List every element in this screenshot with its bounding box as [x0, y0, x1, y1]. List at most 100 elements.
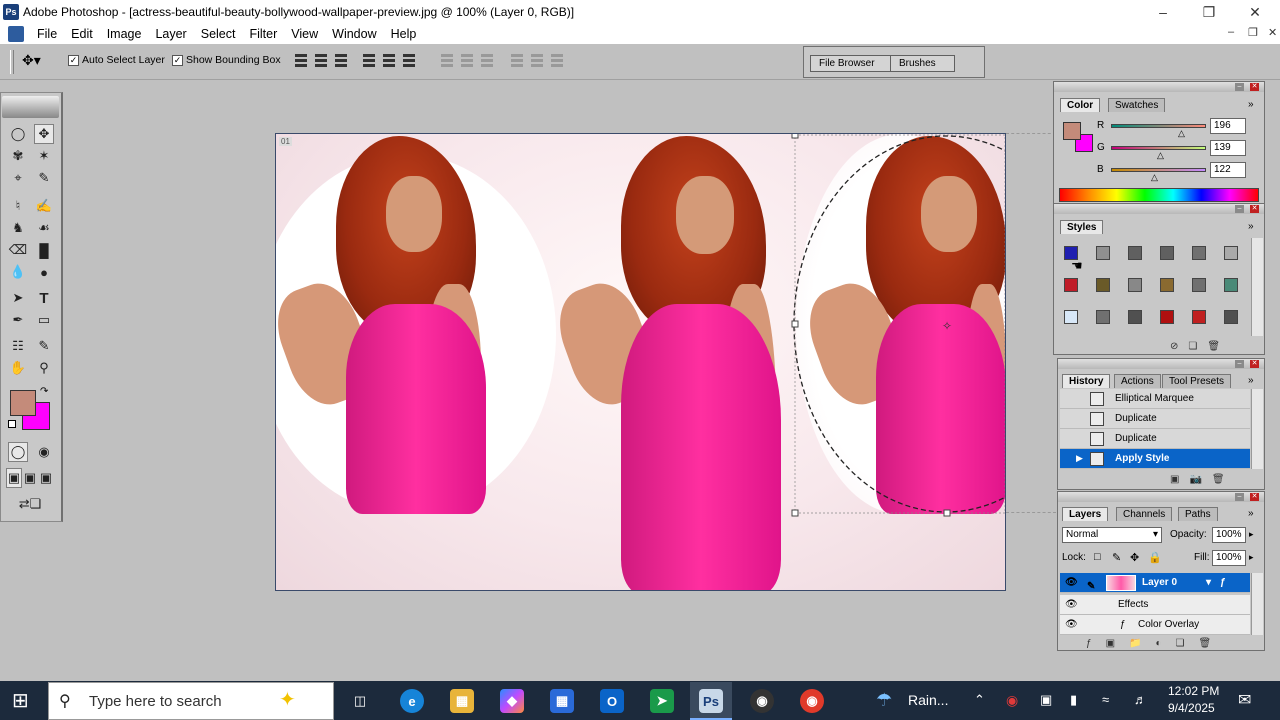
- align-right-icon[interactable]: [402, 52, 416, 68]
- delete-layer-icon[interactable]: 🗑: [1198, 638, 1211, 649]
- chrome-icon[interactable]: ◉: [800, 689, 824, 713]
- menu-window[interactable]: Window: [325, 24, 383, 44]
- pen-tool-icon[interactable]: ✒: [8, 310, 28, 330]
- eye-icon[interactable]: 👁: [1065, 600, 1078, 610]
- distribute-right-icon[interactable]: [550, 52, 564, 68]
- panel-menu-icon[interactable]: »: [1248, 99, 1254, 110]
- tab-tool-presets[interactable]: Tool Presets: [1162, 374, 1232, 388]
- lock-image-icon[interactable]: ✎: [1112, 551, 1121, 564]
- style-swatch[interactable]: [1096, 246, 1110, 260]
- style-swatch[interactable]: [1224, 246, 1238, 260]
- magic-wand-tool-icon[interactable]: ✶: [34, 146, 54, 166]
- doc-close-icon[interactable]: ✕: [1268, 26, 1277, 39]
- weather-rain-icon[interactable]: ☂: [876, 690, 892, 711]
- layer-effects-row[interactable]: 👁 Effects: [1060, 595, 1250, 615]
- panel-minimize-icon[interactable]: –: [1235, 493, 1244, 501]
- panel-close-icon[interactable]: ✕: [1250, 205, 1259, 213]
- r-slider[interactable]: [1111, 124, 1206, 128]
- hand-tool-icon[interactable]: ✋: [8, 358, 28, 378]
- tab-actions[interactable]: Actions: [1114, 374, 1161, 388]
- tab-color[interactable]: Color: [1060, 98, 1101, 112]
- panel-menu-icon[interactable]: »: [1248, 221, 1254, 232]
- default-colors-icon[interactable]: [8, 420, 16, 428]
- history-brush-icon[interactable]: ☙: [34, 218, 54, 238]
- add-layer-style-icon[interactable]: ƒ: [1086, 638, 1092, 649]
- align-bottom-icon[interactable]: [334, 52, 348, 68]
- gradient-tool-icon[interactable]: █: [34, 240, 54, 260]
- microsoft-store-icon[interactable]: ▦: [550, 689, 574, 713]
- battery-icon[interactable]: ▮: [1070, 692, 1077, 708]
- style-swatch[interactable]: [1192, 310, 1206, 324]
- opacity-arrow-icon[interactable]: ▸: [1249, 529, 1254, 540]
- new-snapshot-icon[interactable]: 📷: [1189, 474, 1201, 485]
- b-value-input[interactable]: 122: [1210, 162, 1246, 178]
- record-icon[interactable]: ◉: [1006, 692, 1018, 709]
- restore-window-button[interactable]: ❐: [1186, 0, 1232, 24]
- panel-close-icon[interactable]: ✕: [1250, 83, 1259, 91]
- style-swatch[interactable]: [1064, 278, 1078, 292]
- crop-tool-icon[interactable]: ⌖: [8, 168, 28, 188]
- options-bar-grip[interactable]: [10, 50, 14, 74]
- style-swatch[interactable]: [1064, 310, 1078, 324]
- align-top-icon[interactable]: [294, 52, 308, 68]
- quick-mask-icon[interactable]: ◉: [34, 442, 54, 462]
- style-swatch[interactable]: [1160, 310, 1174, 324]
- outlook-icon[interactable]: O: [600, 689, 624, 713]
- distribute-center-icon[interactable]: [460, 52, 474, 68]
- b-slider-thumb-icon[interactable]: △: [1151, 172, 1158, 183]
- panel-minimize-icon[interactable]: –: [1235, 360, 1244, 368]
- new-document-from-state-icon[interactable]: ▣: [1170, 474, 1179, 485]
- standard-screen-mode-icon[interactable]: ▣: [6, 468, 22, 488]
- panel-minimize-icon[interactable]: –: [1235, 83, 1244, 91]
- tab-channels[interactable]: Channels: [1116, 507, 1173, 521]
- r-slider-thumb-icon[interactable]: △: [1178, 128, 1185, 139]
- document-menu-icon[interactable]: [8, 26, 24, 42]
- align-vertical-center-icon[interactable]: [314, 52, 328, 68]
- menu-filter[interactable]: Filter: [242, 24, 284, 44]
- style-swatch[interactable]: [1128, 310, 1142, 324]
- lock-transparency-icon[interactable]: □: [1094, 551, 1101, 563]
- menu-image[interactable]: Image: [100, 24, 149, 44]
- add-mask-icon[interactable]: ▣: [1106, 638, 1115, 649]
- clock-date[interactable]: 9/4/2025: [1168, 701, 1215, 715]
- clock-time[interactable]: 12:02 PM: [1168, 684, 1219, 698]
- panel-menu-icon[interactable]: »: [1248, 375, 1254, 386]
- tab-history[interactable]: History: [1062, 374, 1111, 388]
- color-fg-swatch[interactable]: [1063, 122, 1081, 140]
- weather-text[interactable]: Rain...: [908, 692, 948, 708]
- adjustment-layer-icon[interactable]: ◐: [1155, 638, 1161, 649]
- lock-position-icon[interactable]: ✥: [1130, 551, 1139, 564]
- history-item[interactable]: Elliptical Marquee: [1060, 389, 1250, 409]
- menu-layer[interactable]: Layer: [148, 24, 193, 44]
- tab-paths[interactable]: Paths: [1178, 507, 1218, 521]
- layer-effect-item[interactable]: 👁 ƒ Color Overlay: [1060, 615, 1250, 635]
- edge-browser-icon[interactable]: e: [400, 689, 424, 713]
- marquee-tool-icon[interactable]: ◯: [8, 124, 28, 144]
- rectangle-tool-icon[interactable]: ▭: [34, 310, 54, 330]
- style-swatch[interactable]: [1128, 246, 1142, 260]
- obs-studio-icon[interactable]: ◉: [750, 689, 774, 713]
- style-swatch[interactable]: [1096, 278, 1110, 292]
- b-slider[interactable]: [1111, 168, 1206, 172]
- new-group-icon[interactable]: 📁: [1129, 638, 1141, 649]
- move-tool-icon[interactable]: ✥: [34, 124, 54, 144]
- meet-now-icon[interactable]: ▣: [1040, 692, 1052, 708]
- new-layer-icon[interactable]: ❏: [1176, 638, 1185, 649]
- eyedropper-tool-icon[interactable]: ✎: [34, 336, 54, 356]
- zoom-tool-icon[interactable]: ⚲: [34, 358, 54, 378]
- show-hidden-icons-icon[interactable]: ⌃: [974, 692, 985, 708]
- full-screen-menu-mode-icon[interactable]: ▣: [22, 468, 38, 488]
- g-slider-thumb-icon[interactable]: △: [1157, 150, 1164, 161]
- foreground-color-swatch[interactable]: [10, 390, 36, 416]
- layers-scrollbar[interactable]: [1251, 573, 1263, 635]
- styles-scrollbar[interactable]: [1251, 238, 1263, 336]
- fill-input[interactable]: 100%: [1212, 550, 1246, 566]
- tab-layers[interactable]: Layers: [1062, 507, 1109, 521]
- color-spectrum-bar[interactable]: [1059, 188, 1259, 202]
- swap-colors-icon[interactable]: ↷: [40, 386, 48, 397]
- menu-help[interactable]: Help: [384, 24, 424, 44]
- align-left-icon[interactable]: [362, 52, 376, 68]
- copilot-icon[interactable]: ◆: [500, 689, 524, 713]
- wifi-icon[interactable]: ≈: [1102, 692, 1109, 707]
- panel-close-icon[interactable]: ✕: [1250, 360, 1259, 368]
